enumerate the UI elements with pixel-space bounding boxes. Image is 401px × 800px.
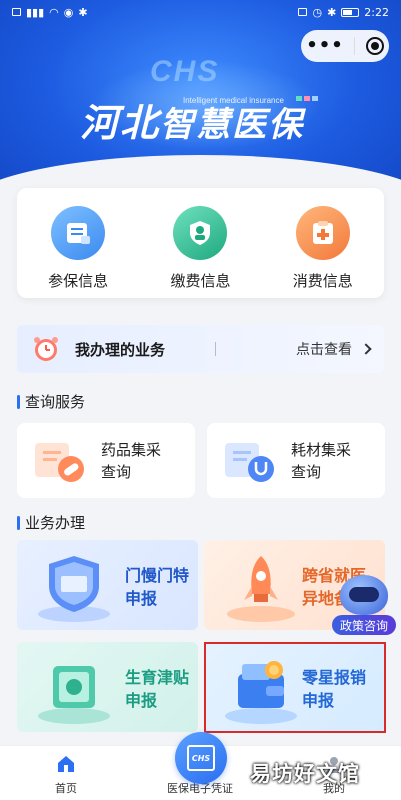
quick-item-consumption[interactable]: 消费信息 — [273, 206, 373, 291]
chs-logo-watermark: CHS — [150, 55, 220, 88]
business-label-line1: 生育津贴 — [125, 668, 190, 687]
tab-home[interactable]: 首页 — [16, 754, 116, 796]
service-label: 耗材集采 查询 — [291, 439, 361, 483]
policy-consult-label: 政策咨询 — [332, 615, 396, 635]
status-left-icons: ▮▮▮ ◠ ◉ ✱ — [12, 6, 88, 19]
divider — [215, 342, 217, 356]
home-icon — [58, 756, 74, 772]
service-label-line1: 药品集采 — [101, 440, 162, 459]
quick-item-label: 消费信息 — [292, 272, 353, 290]
stethoscope-icon — [225, 442, 274, 482]
pager-dot[interactable] — [207, 158, 212, 163]
banner-title-province: 河北 — [80, 101, 161, 145]
pager-dot-active[interactable] — [176, 158, 192, 163]
notification-icon — [12, 8, 21, 16]
close-target-icon[interactable] — [365, 37, 384, 55]
business-section-title: 业务办理 — [17, 512, 85, 533]
robot-icon — [340, 575, 388, 615]
banner-subtitle: Intelligent medical insurance — [183, 96, 284, 105]
more-icon[interactable]: ••• — [306, 37, 344, 55]
quick-item-insurance[interactable]: 参保信息 — [28, 206, 128, 291]
alarm-icon: ◷ — [312, 5, 323, 19]
business-label-line2: 申报 — [125, 691, 158, 710]
view-link[interactable]: 点击查看 — [296, 339, 372, 359]
rocket-icon — [227, 556, 295, 622]
consumption-info-icon — [295, 206, 350, 260]
chevron-right-icon — [360, 343, 372, 355]
business-label-line1: 门慢门特 — [125, 566, 190, 585]
hero-banner: ▮▮▮ ◠ ◉ ✱ ◷ ✱ 2:22 ••• CHS 河北智慧医保 Intell… — [0, 0, 401, 205]
banner-color-dots — [296, 96, 318, 101]
dot-teal — [296, 96, 302, 101]
quick-item-payment[interactable]: 缴费信息 — [150, 206, 250, 291]
watermark-text: 易坊好文馆 — [250, 762, 360, 786]
e-certificate-scan-button[interactable]: CHS — [175, 732, 227, 784]
outpatient-chronic-declaration[interactable]: 门慢门特 申报 — [17, 540, 198, 630]
quick-item-label: 参保信息 — [48, 272, 109, 290]
eye-icon: ◉ — [63, 5, 74, 19]
insurance-info-icon — [51, 206, 106, 260]
quick-item-label: 缴费信息 — [170, 272, 231, 290]
view-link-label: 点击查看 — [296, 342, 352, 358]
service-label-line2: 查询 — [101, 462, 132, 481]
my-business-bar[interactable]: 我办理的业务 点击查看 — [17, 325, 384, 373]
dot-blue — [312, 96, 318, 101]
signal-icon: ▮▮▮ — [26, 5, 45, 19]
wifi-icon: ◠ — [49, 5, 59, 19]
status-right-icons: ◷ ✱ 2:22 — [298, 6, 389, 19]
status-time: 2:22 — [364, 5, 389, 19]
dot-pink — [304, 96, 310, 101]
policy-consult-button[interactable]: 政策咨询 — [330, 575, 400, 639]
business-label: 生育津贴 申报 — [125, 666, 197, 712]
baby-bottle-card-icon — [38, 666, 110, 724]
tab-label: 首页 — [55, 782, 77, 795]
status-bar: ▮▮▮ ◠ ◉ ✱ ◷ ✱ 2:22 — [0, 0, 401, 24]
drug-procurement-query[interactable]: 药品集采 查询 — [17, 423, 195, 498]
highlight-box — [204, 642, 386, 733]
business-label-line2: 申报 — [125, 589, 158, 608]
query-section-title: 查询服务 — [17, 391, 85, 412]
scan-frame-icon: CHS — [187, 745, 215, 771]
business-label: 门慢门特 申报 — [125, 564, 197, 610]
alarm-clock-icon — [34, 337, 58, 361]
bluetooth-icon: ✱ — [78, 5, 88, 19]
consumables-procurement-query[interactable]: 耗材集采 查询 — [207, 423, 385, 498]
battery-icon — [341, 7, 360, 17]
service-label: 药品集采 查询 — [101, 439, 171, 483]
pager-dot[interactable] — [197, 158, 202, 163]
nfc-icon — [298, 8, 308, 16]
banner-title-service: 智慧医保 — [160, 105, 305, 145]
capsule-divider — [354, 37, 356, 55]
service-label-line1: 耗材集采 — [291, 440, 352, 459]
quick-info-card: 参保信息 缴费信息 消费信息 — [17, 188, 384, 298]
miniprogram-capsule[interactable]: ••• — [301, 30, 389, 62]
banner-pager — [176, 158, 212, 163]
maternity-allowance-declaration[interactable]: 生育津贴 申报 — [17, 642, 198, 732]
shield-card-icon — [38, 556, 110, 622]
vibrate-icon: ✱ — [327, 5, 337, 19]
service-label-line2: 查询 — [291, 462, 322, 481]
drug-capsule-icon — [35, 442, 84, 482]
payment-info-icon — [173, 206, 228, 260]
my-business-title: 我办理的业务 — [75, 340, 166, 359]
